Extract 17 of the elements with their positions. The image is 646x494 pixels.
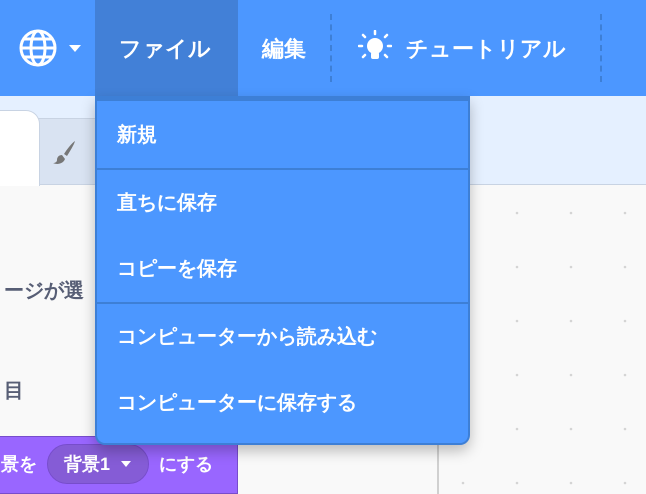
menu-option[interactable]: 直ちに保存 bbox=[97, 168, 468, 235]
block-text: にする bbox=[159, 452, 214, 476]
backdrop-dropdown[interactable]: 背景1 bbox=[47, 444, 150, 484]
menu-option[interactable]: コンピューターに保存する bbox=[97, 369, 468, 436]
block-text: 景を bbox=[1, 452, 37, 476]
menu-item[interactable]: 編集 bbox=[238, 0, 330, 96]
caret-icon[interactable] bbox=[68, 44, 82, 52]
caret-icon bbox=[120, 460, 132, 468]
menu-option[interactable]: コンピューターから読み込む bbox=[97, 302, 468, 369]
looks-block[interactable]: 景を 背景1 にする bbox=[0, 436, 238, 494]
tutorials-button[interactable]: チュートリアル bbox=[332, 0, 600, 96]
paintbrush-icon bbox=[51, 138, 77, 164]
stage-selected-text: ージが選 bbox=[4, 279, 84, 304]
menu-option[interactable]: コピーを保存 bbox=[97, 235, 468, 302]
menu-item[interactable]: ファイル bbox=[95, 0, 238, 96]
globe-icon[interactable] bbox=[18, 28, 58, 68]
label-text: 目 bbox=[4, 379, 24, 404]
